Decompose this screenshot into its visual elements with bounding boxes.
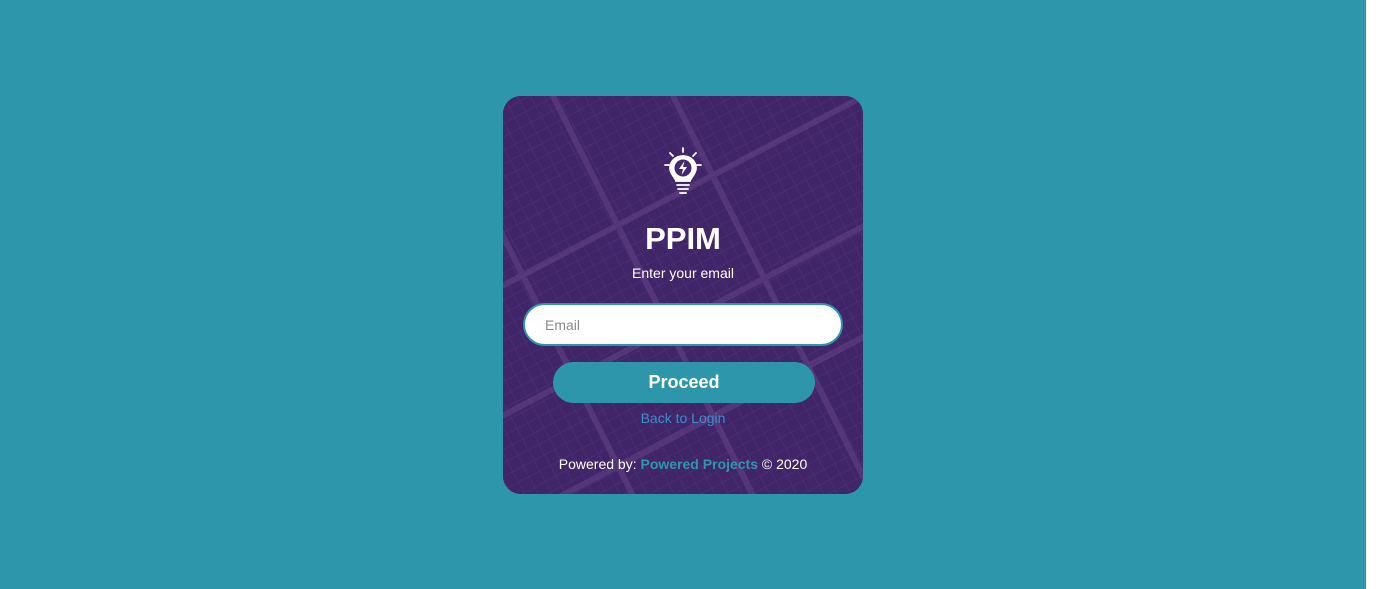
proceed-button[interactable]: Proceed bbox=[553, 362, 815, 403]
app-title: PPIM bbox=[645, 221, 721, 256]
footer-credit: Powered by: Powered Projects © 2020 bbox=[503, 456, 863, 473]
email-input[interactable] bbox=[523, 303, 843, 346]
back-to-login-link[interactable]: Back to Login bbox=[503, 410, 863, 427]
footer-prefix: Powered by: bbox=[558, 456, 637, 472]
footer-copyright: © 2020 bbox=[761, 456, 808, 472]
form-instruction: Enter your email bbox=[632, 265, 734, 281]
powered-projects-link[interactable]: Powered Projects bbox=[640, 456, 758, 472]
card-content: PPIM Enter your email Proceed Back to Lo… bbox=[503, 96, 863, 494]
lightbulb-bolt-icon bbox=[664, 147, 702, 194]
forgot-password-card: PPIM Enter your email Proceed Back to Lo… bbox=[503, 96, 863, 494]
